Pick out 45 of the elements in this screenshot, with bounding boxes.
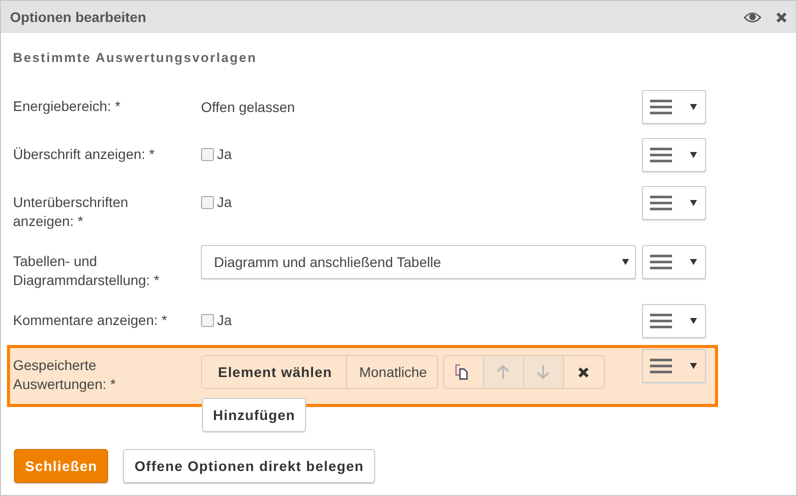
options-menu-button[interactable] <box>642 186 706 220</box>
checkbox[interactable] <box>201 148 214 160</box>
add-button[interactable]: Hinzufügen <box>202 398 306 432</box>
select-element-button[interactable]: Element wählen <box>202 356 348 388</box>
close-icon[interactable] <box>776 12 787 22</box>
checkbox-label: Ja <box>217 312 232 328</box>
checkbox-label: Ja <box>217 146 232 162</box>
checkbox[interactable] <box>201 196 214 208</box>
caret-icon <box>690 363 697 369</box>
field-label: Unterüberschriften anzeigen: * <box>13 193 130 231</box>
field-label: Überschrift anzeigen: * <box>13 145 156 164</box>
window-title: Optionen bearbeiten <box>10 9 146 25</box>
dropdown-field[interactable]: Diagramm und anschließend Tabelle <box>201 245 636 279</box>
assign-options-button[interactable]: Offene Optionen direkt belegen <box>123 449 375 483</box>
menu-icon <box>650 99 672 115</box>
checkbox[interactable] <box>201 314 214 326</box>
caret-icon <box>690 200 697 206</box>
menu-icon <box>650 195 672 211</box>
caret-icon <box>690 152 697 158</box>
element-picker[interactable]: Element wählen Monatliche <box>201 355 438 389</box>
field-label: Kommentare anzeigen: * <box>13 311 168 330</box>
section-title: Bestimmte Auswertungsvorlagen <box>13 50 258 65</box>
options-menu-button[interactable] <box>642 349 706 383</box>
field-label: Energiebereich: * <box>13 97 122 116</box>
checkbox-label: Ja <box>217 194 232 210</box>
caret-icon <box>690 318 697 324</box>
field-value: Offen gelassen <box>201 98 295 117</box>
options-menu-button[interactable] <box>642 304 706 338</box>
arrow-down-icon <box>536 364 550 380</box>
options-menu-button[interactable] <box>642 90 706 124</box>
menu-icon <box>650 147 672 163</box>
caret-icon <box>622 259 629 265</box>
menu-icon <box>650 313 672 329</box>
menu-icon <box>650 358 672 374</box>
options-menu-button[interactable] <box>642 245 706 279</box>
field-label: Tabellen- und Diagrammdarstellung: * <box>13 252 160 290</box>
eye-icon[interactable] <box>744 12 761 22</box>
field-label: Gespeicherte Auswertungen: * <box>13 356 117 394</box>
menu-icon <box>650 254 672 270</box>
options-menu-button[interactable] <box>642 138 706 172</box>
caret-icon <box>690 104 697 110</box>
caret-icon <box>690 259 697 265</box>
item-value: Monatliche <box>358 363 428 382</box>
close-icon <box>578 366 590 378</box>
arrow-up-icon <box>496 364 510 380</box>
